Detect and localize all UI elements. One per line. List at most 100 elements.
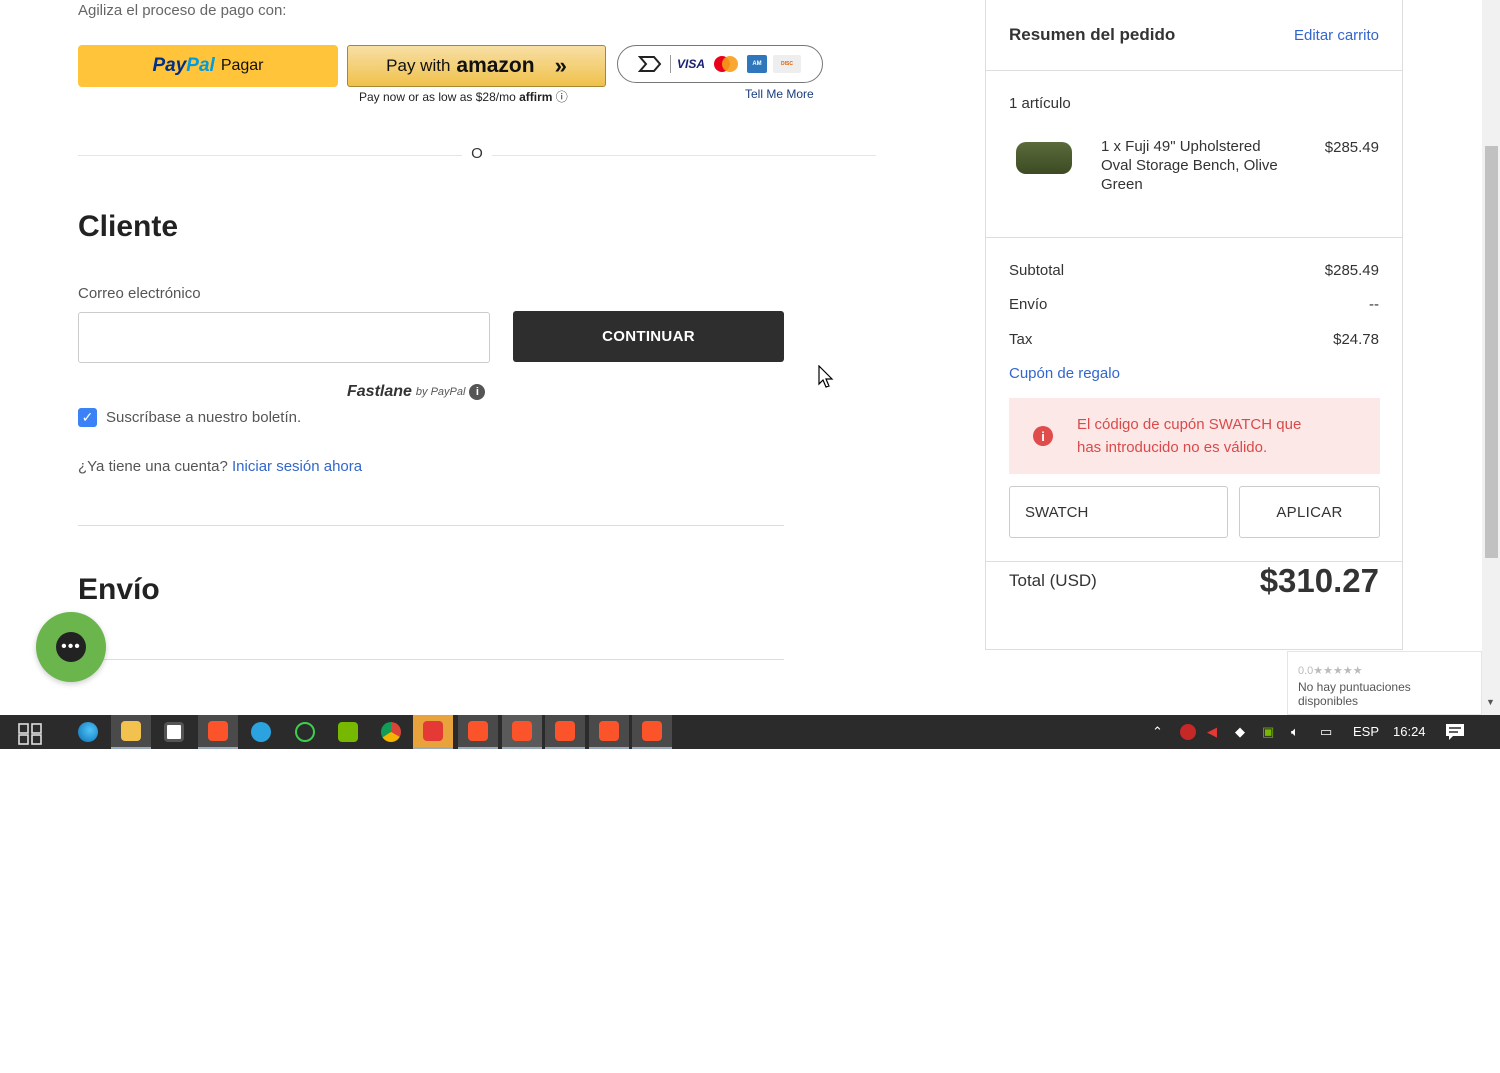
coupon-error-message: El código de cupón SWATCH que has introd… bbox=[1077, 416, 1302, 456]
fastlane-by-paypal: by PayPal bbox=[415, 386, 466, 398]
notifications-icon[interactable] bbox=[1445, 715, 1465, 749]
amazon-pay-button[interactable]: Pay with amazon » bbox=[347, 45, 606, 87]
newsletter-checkbox[interactable]: ✓ bbox=[78, 408, 97, 427]
info-icon[interactable]: i bbox=[469, 384, 486, 400]
page-scrollbar[interactable]: ▼ bbox=[1482, 0, 1500, 715]
amazon-pay-prefix: Pay with bbox=[386, 56, 451, 75]
remote-app-icon[interactable] bbox=[413, 715, 453, 749]
rating-widget[interactable]: 0.0★★★★★ No hay puntuaciones disponibles bbox=[1287, 651, 1482, 715]
paypal-logo: PayPal bbox=[152, 55, 215, 76]
file-explorer-app-icon[interactable] bbox=[111, 715, 151, 749]
fastlane-badge: Fastlane by PayPal i bbox=[347, 383, 486, 401]
totals-block: Subtotal $285.49 Envío -- Tax $24.78 Cup… bbox=[986, 238, 1402, 562]
chrome-app-icon[interactable] bbox=[371, 715, 411, 749]
show-hidden-icons-chevron-up-icon[interactable]: ⌃ bbox=[1152, 715, 1163, 749]
chat-icon: ••• bbox=[56, 632, 86, 662]
visa-icon: VISA bbox=[677, 57, 706, 71]
telegram-app-icon[interactable] bbox=[241, 715, 281, 749]
task-view-icon[interactable] bbox=[18, 723, 42, 745]
section-divider bbox=[78, 525, 784, 526]
product-thumbnail bbox=[1016, 142, 1072, 174]
signin-link[interactable]: Iniciar sesión ahora bbox=[232, 458, 362, 475]
chevron-double-right-icon: » bbox=[554, 53, 567, 78]
info-icon: ⓘ bbox=[555, 90, 568, 104]
shipping-value: -- bbox=[1369, 296, 1379, 313]
affirm-promo[interactable]: Pay now or as low as $28/mo affirm ⓘ bbox=[359, 88, 568, 105]
browser-viewport: Agiliza el proceso de pago con: PayPal P… bbox=[0, 0, 1500, 715]
email-field[interactable] bbox=[78, 312, 490, 363]
subtotal-label: Subtotal bbox=[1009, 262, 1065, 279]
email-label: Correo electrónico bbox=[78, 285, 201, 302]
language-indicator[interactable]: ESP bbox=[1353, 724, 1379, 739]
discover-icon: DISC bbox=[773, 55, 802, 73]
system-clock[interactable]: 16:24 bbox=[1393, 724, 1426, 739]
tax-label: Tax bbox=[1009, 331, 1033, 348]
brave-window-icon[interactable] bbox=[545, 715, 585, 749]
network-icon[interactable]: ▭ bbox=[1320, 715, 1332, 749]
order-summary-header: Resumen del pedido Editar carrito bbox=[986, 0, 1402, 71]
tell-me-more-link[interactable]: Tell Me More bbox=[745, 87, 814, 101]
product-name: 1 x Fuji 49" Upholstered Oval Storage Be… bbox=[1101, 138, 1278, 193]
rating-text: No hay puntuaciones disponibles bbox=[1298, 680, 1411, 708]
cart-items: 1 artículo 1 x Fuji 49" Upholstered Oval… bbox=[986, 71, 1402, 238]
scroll-down-arrow-icon[interactable]: ▼ bbox=[1486, 697, 1495, 707]
newsletter-option[interactable]: ✓ Suscríbase a nuestro boletín. bbox=[78, 408, 301, 427]
card-link-icon bbox=[638, 56, 662, 72]
app-tray-icon[interactable]: ◆ bbox=[1235, 715, 1245, 749]
store-app-icon[interactable] bbox=[154, 715, 194, 749]
continue-button[interactable]: CONTINUAR bbox=[513, 311, 784, 362]
error-icon: i bbox=[1033, 426, 1053, 446]
signin-prompt: ¿Ya tiene una cuenta? Iniciar sesión aho… bbox=[78, 458, 362, 475]
windows-taskbar: ⌃ ◀ ◆ ▣ 🔈︎ ▭ ESP 16:24 bbox=[0, 715, 1500, 749]
mouse-cursor-icon bbox=[818, 365, 834, 388]
speaker-muted-tray-icon[interactable]: ◀ bbox=[1207, 715, 1217, 749]
tax-value: $24.78 bbox=[1333, 331, 1379, 348]
blank-area bbox=[0, 749, 1500, 1073]
whatsapp-app-icon[interactable] bbox=[285, 715, 325, 749]
subtotal-row: Subtotal $285.49 bbox=[1009, 262, 1379, 279]
customer-section-title: Cliente bbox=[78, 210, 179, 243]
brave-window-icon[interactable] bbox=[589, 715, 629, 749]
antivirus-tray-icon[interactable] bbox=[1180, 715, 1196, 749]
edge-app-icon[interactable] bbox=[68, 715, 108, 749]
coupon-input[interactable] bbox=[1009, 486, 1228, 538]
chat-launcher-button[interactable]: ••• bbox=[36, 612, 106, 682]
product-price: $285.49 bbox=[1324, 139, 1379, 156]
rating-stars: 0.0★★★★★ bbox=[1298, 665, 1363, 677]
shipping-row: Envío -- bbox=[1009, 296, 1379, 313]
paypal-button[interactable]: PayPal Pagar bbox=[78, 45, 338, 87]
grand-total-row: Total (USD) $310.27 bbox=[1009, 562, 1379, 600]
volume-icon[interactable]: 🔈︎ bbox=[1291, 715, 1299, 749]
brave-app-icon[interactable] bbox=[198, 715, 238, 749]
paypal-button-label: Pagar bbox=[220, 57, 264, 74]
affirm-promo-text: Pay now or as low as $28/mo bbox=[359, 90, 516, 104]
nvidia-tray-icon[interactable]: ▣ bbox=[1262, 715, 1274, 749]
separator bbox=[670, 55, 671, 73]
coupon-error-alert: i El código de cupón SWATCH que has intr… bbox=[1009, 398, 1380, 474]
newsletter-label: Suscríbase a nuestro boletín. bbox=[106, 409, 302, 426]
fastlane-logo: Fastlane bbox=[347, 383, 412, 400]
edit-cart-link[interactable]: Editar carrito bbox=[1294, 27, 1379, 44]
amex-icon: AM bbox=[747, 55, 768, 73]
tax-row: Tax $24.78 bbox=[1009, 331, 1379, 348]
shipping-section-title: Envío bbox=[78, 573, 160, 606]
gift-coupon-link[interactable]: Cupón de regalo bbox=[1009, 365, 1120, 382]
brave-window-icon[interactable] bbox=[458, 715, 498, 749]
nvidia-app-icon[interactable] bbox=[328, 715, 368, 749]
card-checkout-button[interactable]: VISA AM DISC bbox=[617, 45, 823, 83]
order-summary-title: Resumen del pedido bbox=[1009, 25, 1176, 44]
section-divider bbox=[78, 659, 784, 660]
brave-window-icon[interactable] bbox=[632, 715, 672, 749]
brave-window-icon[interactable] bbox=[502, 715, 542, 749]
mastercard-icon bbox=[714, 56, 739, 72]
shipping-label: Envío bbox=[1009, 296, 1048, 313]
apply-coupon-button[interactable]: APLICAR bbox=[1239, 486, 1380, 538]
scrollbar-thumb[interactable] bbox=[1485, 146, 1498, 558]
order-summary: Resumen del pedido Editar carrito 1 artí… bbox=[985, 0, 1403, 650]
grand-total-label: Total (USD) bbox=[1009, 571, 1097, 590]
signin-prompt-text: ¿Ya tiene una cuenta? bbox=[78, 458, 228, 475]
grand-total-value: $310.27 bbox=[1259, 562, 1379, 599]
express-checkout-label: Agiliza el proceso de pago con: bbox=[78, 2, 287, 19]
or-divider-label: O bbox=[462, 145, 492, 162]
affirm-logo: affirm bbox=[519, 90, 553, 104]
